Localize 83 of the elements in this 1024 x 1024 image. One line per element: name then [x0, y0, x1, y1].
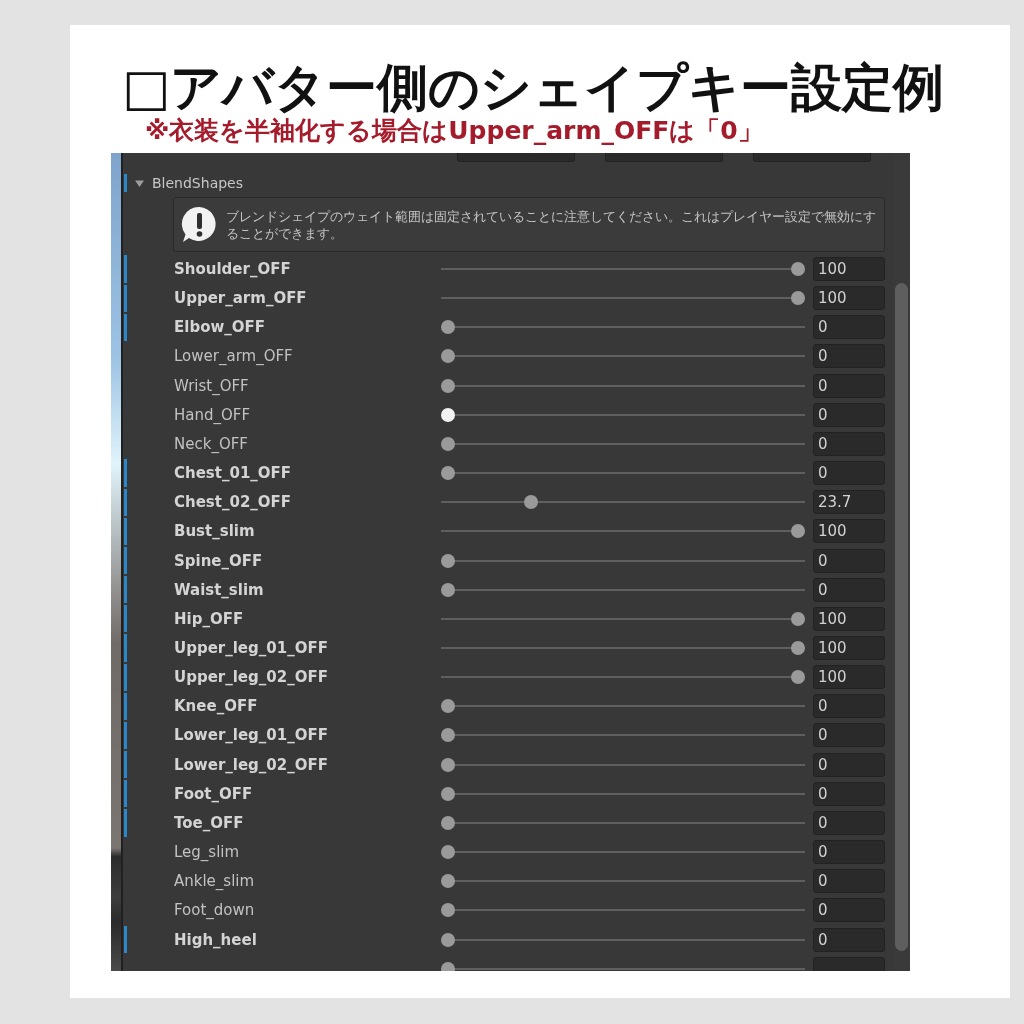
shape-label: Shoulder_OFF — [174, 259, 291, 278]
value-field[interactable]: 0 — [813, 315, 885, 340]
shape-label: Lower_leg_02_OFF — [174, 755, 328, 774]
input-field[interactable] — [753, 153, 871, 162]
value-field[interactable]: 100 — [813, 606, 885, 631]
shape-label: Hip_OFF — [174, 609, 244, 628]
slider-thumb[interactable] — [441, 436, 455, 451]
shape-label: Upper_leg_01_OFF — [174, 639, 328, 657]
slider-thumb[interactable] — [441, 961, 455, 971]
slider-thumb[interactable] — [441, 932, 455, 947]
slider-thumb[interactable] — [441, 874, 455, 889]
shape-label: Upper_arm_OFF — [174, 289, 307, 308]
slider-thumb[interactable] — [441, 757, 455, 772]
page-title: □アバター側のシェイプキー設定例 — [122, 60, 945, 116]
value-field[interactable]: 0 — [813, 840, 885, 865]
input-field[interactable] — [605, 153, 723, 162]
triangle-icon[interactable] — [135, 178, 144, 188]
value-field[interactable]: 0 — [813, 752, 885, 777]
value-field[interactable]: 100 — [813, 256, 885, 281]
slider-thumb[interactable] — [523, 495, 538, 510]
shape-label: Chest_01_OFF — [174, 464, 292, 483]
value-field[interactable]: 0 — [813, 869, 885, 894]
slider-thumb[interactable] — [791, 641, 805, 655]
value-field[interactable]: 0 — [813, 694, 885, 719]
shape-label: Wrist_OFF — [174, 376, 249, 395]
value-field[interactable]: 0 — [813, 461, 885, 486]
scrollbar-thumb[interactable] — [895, 283, 908, 951]
input-field[interactable] — [457, 153, 575, 162]
slider-thumb[interactable] — [441, 845, 455, 860]
shape-label: High_heel — [174, 930, 257, 949]
value-field[interactable]: 100 — [813, 286, 885, 311]
value-field[interactable]: 100 — [813, 636, 885, 660]
value-field[interactable]: 0 — [813, 898, 885, 923]
value-field[interactable]: 0 — [813, 548, 885, 573]
shape-label: Chest_02_OFF — [174, 493, 292, 512]
note-text: ※衣装を半袖化する場合はUpper_arm_OFFは「0」 — [145, 116, 763, 146]
value-field[interactable]: 0 — [813, 373, 885, 398]
slider-thumb[interactable] — [441, 320, 455, 335]
shape-label: Elbow_OFF — [174, 318, 266, 337]
slider-thumb[interactable] — [791, 261, 805, 276]
slider-thumb[interactable] — [791, 670, 805, 685]
value-field[interactable]: 0 — [813, 927, 885, 952]
slider-thumb[interactable] — [441, 786, 455, 801]
shape-label: Waist_slim — [174, 580, 264, 599]
value-field[interactable]: 0 — [813, 402, 885, 427]
shape-label: Lower_arm_OFF — [174, 347, 293, 366]
shape-label: Bust_slim — [174, 522, 255, 541]
value-field[interactable]: 23.7 — [813, 490, 885, 515]
slider-thumb[interactable] — [441, 582, 455, 597]
slider-thumb[interactable] — [441, 407, 455, 422]
shape-label: Upper_leg_02_OFF — [174, 668, 328, 687]
shape-label: Neck_OFF — [174, 434, 248, 453]
slider-thumb[interactable] — [791, 524, 805, 539]
shape-label: Foot_down — [174, 901, 255, 920]
slider-thumb[interactable] — [441, 466, 455, 481]
value-field[interactable]: 0 — [813, 810, 885, 835]
value-field[interactable]: 0 — [813, 344, 885, 369]
value-field[interactable]: 0 — [813, 577, 885, 602]
slider-thumb[interactable] — [791, 291, 805, 306]
value-field[interactable]: 100 — [813, 665, 885, 690]
shape-label: Spine_OFF — [174, 551, 263, 570]
foldout-label[interactable]: BlendShapes — [152, 174, 243, 192]
shape-label: Ankle_slim — [174, 872, 255, 891]
slider-thumb[interactable] — [441, 378, 455, 393]
slider-thumb[interactable] — [441, 553, 455, 568]
value-field[interactable]: 100 — [813, 519, 885, 544]
slider-thumb[interactable] — [441, 349, 455, 364]
slider-thumb[interactable] — [441, 903, 455, 918]
help-text: ブレンドシェイプのウェイト範囲は固定されていることに注意してください。これはプレイヤー設定で無効にすることができます。 — [226, 207, 877, 242]
shape-label: Toe_OFF — [174, 813, 244, 832]
value-field[interactable]: 0 — [813, 431, 885, 456]
shape-label: Foot_OFF — [174, 784, 253, 803]
slider-thumb[interactable] — [791, 611, 805, 626]
shape-label: Leg_slim — [174, 843, 240, 862]
slider-thumb[interactable] — [441, 699, 455, 714]
shape-label: Hand_OFF — [174, 405, 251, 424]
shape-label: Knee_OFF — [174, 697, 258, 716]
shape-label: Lower_leg_01_OFF — [174, 726, 328, 745]
value-field[interactable]: 0 — [813, 781, 885, 806]
slider-thumb[interactable] — [441, 728, 455, 743]
warning-icon — [181, 206, 218, 243]
slider-thumb[interactable] — [441, 815, 455, 830]
value-field[interactable]: 0 — [813, 723, 885, 748]
